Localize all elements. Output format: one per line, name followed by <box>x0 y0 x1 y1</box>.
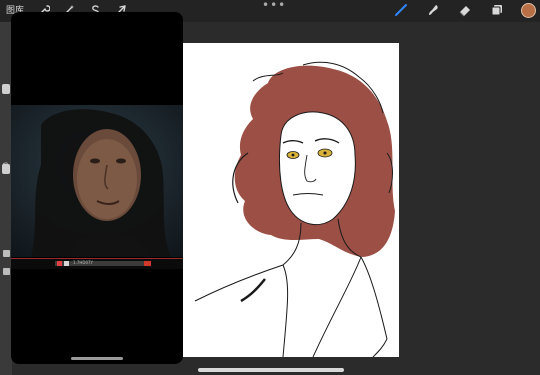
reference-photo <box>11 105 183 257</box>
smudge-icon[interactable] <box>425 2 441 18</box>
eraser-icon[interactable] <box>457 2 473 18</box>
video-controls-bar: 1.7HD07Y <box>11 258 183 269</box>
color-picker-button[interactable] <box>521 3 536 18</box>
sketch-artwork <box>194 61 395 357</box>
brush-icon[interactable] <box>393 2 409 18</box>
picture-in-picture-video[interactable]: 1.7HD07Y <box>11 12 183 364</box>
progress-track[interactable] <box>55 261 151 266</box>
brush-size-slider-handle[interactable] <box>2 84 10 94</box>
pause-indicator-icon[interactable] <box>64 261 69 266</box>
opacity-slider-handle[interactable] <box>2 164 10 174</box>
close-video-icon[interactable] <box>144 261 151 266</box>
modify-button[interactable] <box>3 250 10 257</box>
more-options-icon[interactable]: ••• <box>262 0 286 12</box>
drawing-canvas[interactable] <box>183 43 399 357</box>
layers-icon[interactable] <box>489 2 505 18</box>
video-bar-text: 1.7HD07Y <box>73 260 93 265</box>
home-indicator[interactable] <box>198 368 344 372</box>
pip-home-indicator[interactable] <box>71 357 123 360</box>
undo-button[interactable] <box>3 268 10 275</box>
play-indicator-icon[interactable] <box>57 261 62 266</box>
